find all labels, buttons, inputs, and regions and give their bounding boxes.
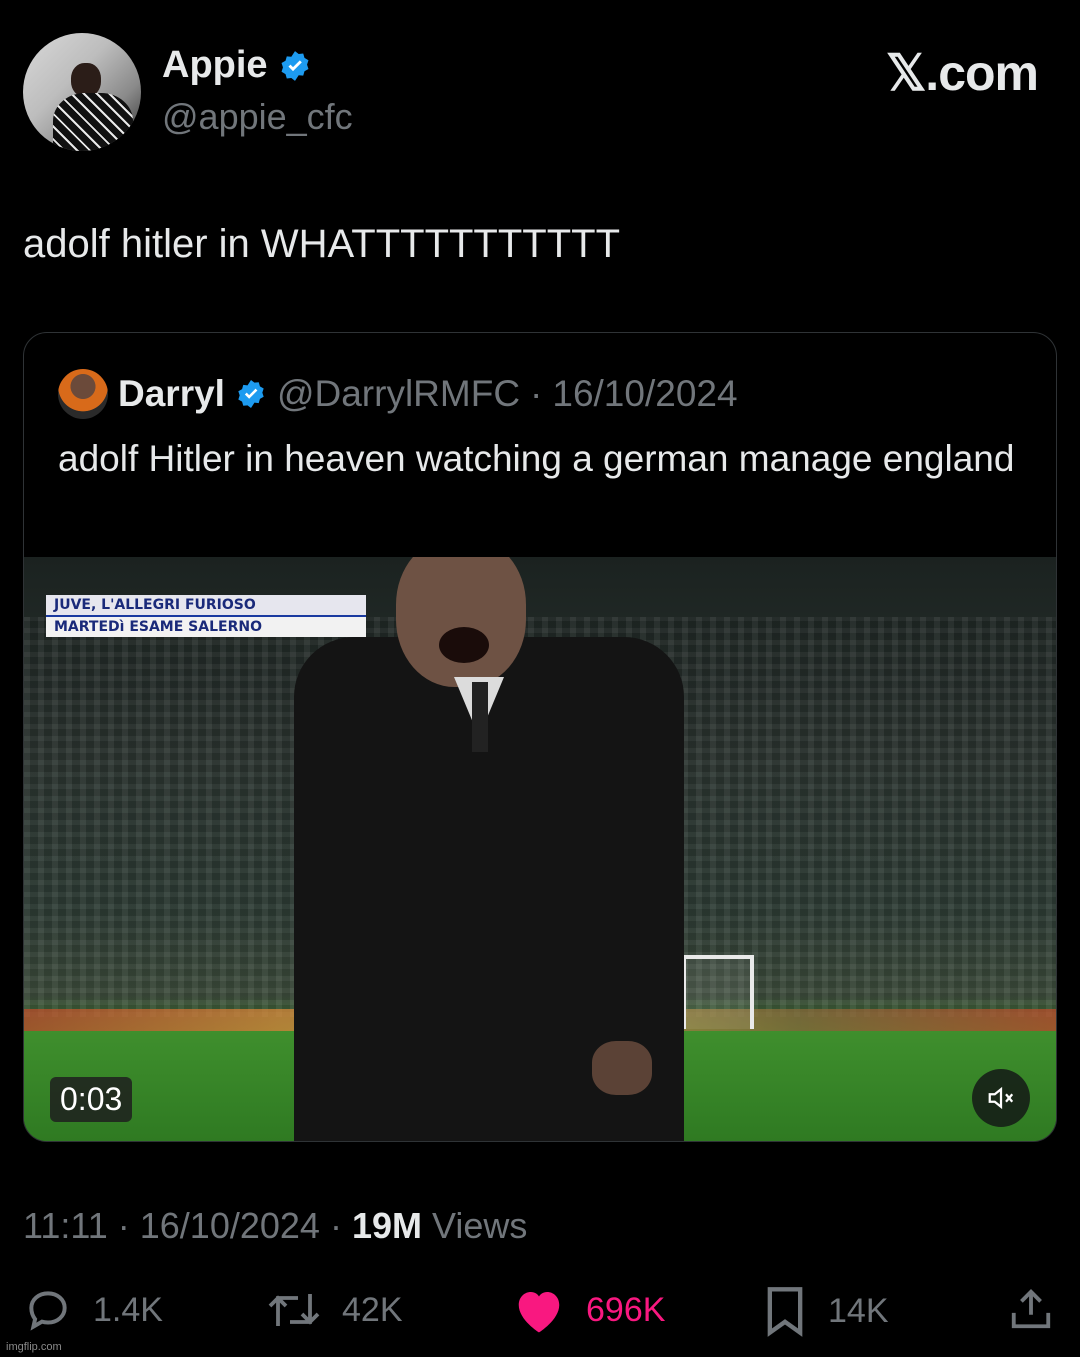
action-bar: 1.4K 42K 696K 14K: [0, 1285, 1080, 1345]
separator-dot: ·: [530, 373, 543, 414]
views-count[interactable]: 19M: [352, 1205, 422, 1246]
verified-badge-icon: [281, 50, 309, 81]
quoted-author-handle[interactable]: @DarrylRMFC: [277, 373, 520, 415]
tweet-meta: 11:11 · 16/10/2024 · 19M Views: [23, 1205, 527, 1247]
repost-count: 42K: [342, 1290, 403, 1329]
tweet-date: 16/10/2024: [139, 1205, 320, 1246]
quoted-tweet-header: Darryl @DarrylRMFC · 16/10/2024: [58, 369, 738, 419]
reply-button[interactable]: 1.4K: [23, 1285, 163, 1335]
watermark: imgflip.com: [6, 1341, 62, 1353]
bookmark-count: 14K: [828, 1291, 889, 1330]
separator-dot: ·: [117, 1205, 140, 1246]
man-mouth: [439, 627, 489, 663]
quoted-tweet-card[interactable]: Darryl @DarrylRMFC · 16/10/2024 adolf Hi…: [23, 332, 1057, 1142]
man-head: [396, 557, 526, 687]
x-logo: 𝕏.com: [886, 45, 1039, 101]
verified-badge-icon: [238, 380, 264, 408]
goal-post: [682, 955, 754, 1029]
bookmark-icon: [767, 1287, 803, 1337]
like-count: 696K: [586, 1290, 666, 1329]
like-button[interactable]: 696K: [512, 1285, 665, 1335]
tv-banner-line2: MARTEDì ESAME SALERNO: [46, 615, 366, 637]
author-avatar[interactable]: [23, 33, 141, 151]
fist: [592, 1041, 652, 1095]
heart-icon: [518, 1292, 560, 1333]
share-button[interactable]: [1008, 1285, 1054, 1333]
bookmark-button[interactable]: 14K: [762, 1285, 889, 1337]
tweet-time: 11:11: [23, 1205, 108, 1246]
video-player[interactable]: JUVE, L'ALLEGRI FURIOSO MARTEDì ESAME SA…: [24, 557, 1056, 1141]
views-label[interactable]: Views: [432, 1205, 527, 1246]
tv-banner: JUVE, L'ALLEGRI FURIOSO MARTEDì ESAME SA…: [46, 595, 366, 637]
tweet-text: adolf hitler in WHATTTTTTTTTTT: [23, 222, 621, 266]
author-name-row[interactable]: Appie: [162, 44, 312, 87]
mute-button[interactable]: [972, 1069, 1030, 1127]
repost-icon: [268, 1294, 320, 1326]
quoted-author-name[interactable]: Darryl: [118, 373, 225, 415]
share-icon: [1011, 1289, 1051, 1329]
author-handle[interactable]: @appie_cfc: [162, 96, 353, 138]
repost-button[interactable]: 42K: [266, 1285, 403, 1335]
reply-count: 1.4K: [93, 1290, 163, 1329]
author-name[interactable]: Appie: [162, 44, 268, 87]
video-timestamp: 0:03: [50, 1077, 133, 1122]
tie: [472, 682, 488, 752]
separator-dot: ·: [329, 1205, 352, 1246]
tv-banner-line1: JUVE, L'ALLEGRI FURIOSO: [46, 595, 366, 615]
quoted-date: 16/10/2024: [552, 373, 738, 414]
quoted-tweet-text: adolf Hitler in heaven watching a german…: [58, 438, 1015, 479]
speaker-mute-icon: [988, 1086, 1014, 1110]
reply-icon: [29, 1291, 67, 1331]
quoted-author-avatar[interactable]: [58, 369, 108, 419]
